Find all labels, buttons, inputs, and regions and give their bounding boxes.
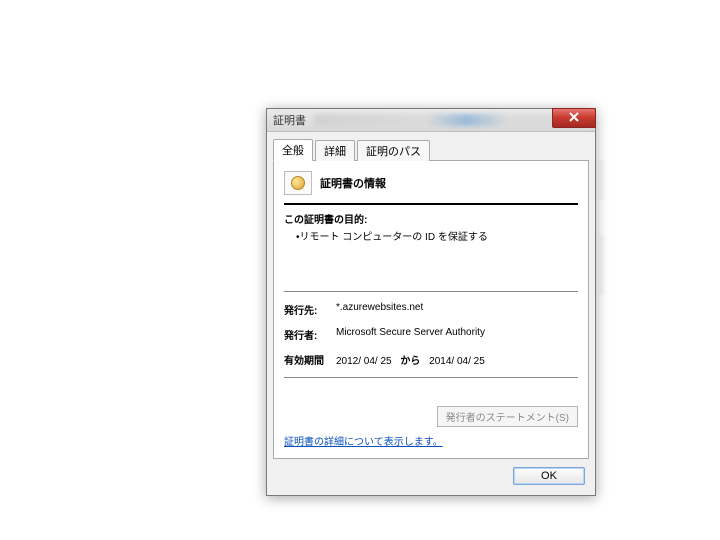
close-button[interactable] xyxy=(552,108,596,128)
issuer-row: 発行者: Microsoft Secure Server Authority xyxy=(284,327,578,342)
cert-info-title: 証明書の情報 xyxy=(320,175,386,191)
issued-to-row: 発行先: *.azurewebsites.net xyxy=(284,302,578,317)
close-icon xyxy=(569,112,579,125)
valid-to: 2014/ 04/ 25 xyxy=(429,356,485,367)
separator xyxy=(284,377,578,378)
certificate-dialog: 証明書 全般 詳細 証明のパス 証明書の情報 xyxy=(266,108,596,496)
issued-to-value: *.azurewebsites.net xyxy=(336,302,578,317)
titlebar-blur xyxy=(314,114,591,126)
dialog-client: 全般 詳細 証明のパス 証明書の情報 この証明書の目的: •リモート コンピュー… xyxy=(267,132,595,495)
tab-general[interactable]: 全般 xyxy=(273,139,313,161)
purpose-label: この証明書の目的: xyxy=(284,211,578,226)
validity-value: 2012/ 04/ 25 から 2014/ 04/ 25 xyxy=(336,352,578,367)
issuer-statement-button[interactable]: 発行者のステートメント(S) xyxy=(437,406,578,427)
issuer-label: 発行者: xyxy=(284,327,336,342)
window-title: 証明書 xyxy=(273,112,306,128)
validity-label: 有効期間 xyxy=(284,352,336,367)
tab-details[interactable]: 詳細 xyxy=(315,140,355,161)
tab-label: 詳細 xyxy=(324,146,346,158)
dialog-buttons: OK xyxy=(273,459,589,489)
cert-info-block: 発行先: *.azurewebsites.net 発行者: Microsoft … xyxy=(284,291,578,378)
tab-cert-path[interactable]: 証明のパス xyxy=(357,140,430,161)
titlebar[interactable]: 証明書 xyxy=(267,109,595,132)
valid-separator: から xyxy=(400,356,420,367)
issuer-statement-row: 発行者のステートメント(S) xyxy=(284,406,578,427)
tab-label: 証明のパス xyxy=(366,146,421,158)
separator xyxy=(284,203,578,205)
tabstrip: 全般 詳細 証明のパス xyxy=(273,139,589,161)
issuer-value: Microsoft Secure Server Authority xyxy=(336,327,578,342)
tab-page-general: 証明書の情報 この証明書の目的: •リモート コンピューターの ID を保証する… xyxy=(273,160,589,459)
ok-button[interactable]: OK xyxy=(513,467,585,485)
separator xyxy=(284,291,578,292)
cert-details-link[interactable]: 証明書の詳細について表示します。 xyxy=(284,433,443,448)
validity-row: 有効期間 2012/ 04/ 25 から 2014/ 04/ 25 xyxy=(284,352,578,367)
cert-header: 証明書の情報 xyxy=(284,169,578,201)
tab-label: 全般 xyxy=(282,145,304,157)
certificate-icon xyxy=(284,171,312,195)
valid-from: 2012/ 04/ 25 xyxy=(336,356,392,367)
purpose-item: •リモート コンピューターの ID を保証する xyxy=(284,228,578,243)
issued-to-label: 発行先: xyxy=(284,302,336,317)
